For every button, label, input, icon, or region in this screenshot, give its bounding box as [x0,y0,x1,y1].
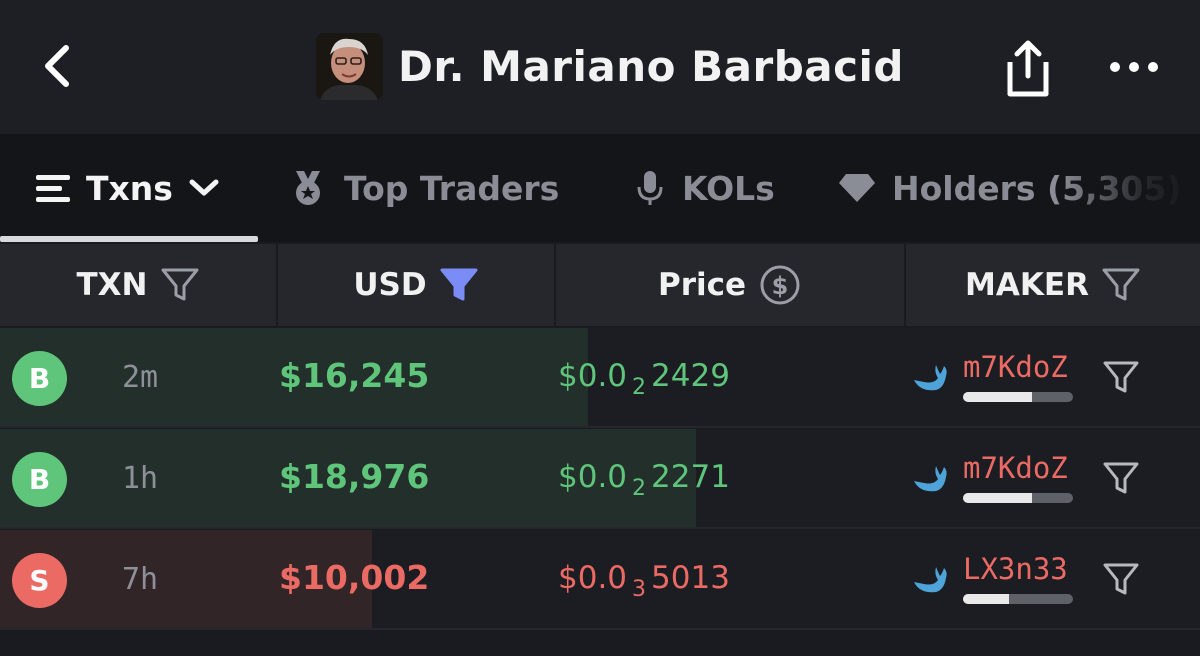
txn-usd-value: $10,002 [279,558,430,597]
column-label: MAKER [965,267,1089,303]
maker-holding-bar [963,392,1073,402]
tab-top-traders[interactable]: Top Traders [290,134,559,242]
filter-icon[interactable] [160,267,200,303]
filter-icon[interactable] [1102,461,1140,497]
column-label: Price [657,267,747,303]
svg-text:$: $ [772,272,789,300]
token-avatar [316,33,383,100]
txn-age: 1h [122,461,159,496]
price-prefix: $0.0 [558,358,628,394]
whale-icon [914,567,947,593]
txn-usd-value: $16,245 [279,356,430,395]
table-row[interactable]: B 2m $16,245 $0.0 2 2429 m7KdoZ [0,328,1200,428]
txn-type-badge: S [12,553,67,608]
filter-active-icon[interactable] [439,267,479,303]
txn-age: 7h [122,562,159,597]
tab-kols[interactable]: KOLs [636,134,775,242]
filter-icon[interactable] [1102,562,1140,598]
list-icon [36,175,70,202]
price-digits: 5013 [651,560,730,596]
price-digits: 2271 [651,459,730,495]
maker-holding-bar [963,493,1073,503]
active-tab-indicator [0,236,258,242]
tab-label: Txns [86,168,173,208]
tab-scroll-fade [1060,134,1200,242]
txn-price: $0.0 3 5013 [558,560,730,602]
price-zero-count: 3 [632,577,647,602]
page-title: Dr. Mariano Barbacid [398,42,904,91]
column-header-txn: TXN [0,244,276,326]
price-zero-count: 2 [632,375,647,400]
microphone-icon [637,171,663,205]
price-prefix: $0.0 [558,560,628,596]
column-header-maker: MAKER [906,244,1200,326]
table-row[interactable]: S 7h $10,002 $0.0 3 5013 LX3n33 [0,530,1200,630]
column-header-price: Price $ [556,244,904,326]
maker-address[interactable]: m7KdoZ [963,350,1068,384]
txn-age: 2m [122,360,159,395]
maker-address[interactable]: m7KdoZ [963,451,1068,485]
price-prefix: $0.0 [558,459,628,495]
filter-icon[interactable] [1101,267,1141,303]
column-label: USD [353,267,427,303]
filter-icon[interactable] [1102,360,1140,396]
txn-price: $0.0 2 2271 [558,459,730,501]
diamond-icon [839,174,875,202]
top-bar: Dr. Mariano Barbacid [0,0,1200,134]
column-label: TXN [76,267,148,303]
chevron-down-icon [189,179,219,196]
chevron-left-icon[interactable] [30,36,90,96]
maker-address[interactable]: LX3n33 [963,552,1068,586]
medal-icon [296,171,320,205]
share-icon[interactable] [998,38,1058,100]
tab-label: KOLs [682,168,775,208]
table-row[interactable]: B 1h $18,976 $0.0 2 2271 m7KdoZ [0,429,1200,529]
txn-type-badge: B [12,351,67,406]
whale-icon [914,365,947,391]
maker-holding-bar [963,594,1073,604]
column-header-usd: USD [278,244,554,326]
tab-label: Top Traders [344,168,560,208]
txn-usd-value: $18,976 [279,457,430,496]
tab-txns[interactable]: Txns [34,134,221,242]
price-digits: 2429 [651,358,730,394]
whale-icon [914,466,947,492]
dollar-circle-icon[interactable]: $ [758,263,802,307]
tab-bar: Txns Top Traders KOLs Holders (5,305) [0,134,1200,242]
txn-type-badge: B [12,452,67,507]
price-zero-count: 2 [632,476,647,501]
txn-price: $0.0 2 2429 [558,358,730,400]
more-horizontal-icon[interactable] [1100,52,1170,82]
